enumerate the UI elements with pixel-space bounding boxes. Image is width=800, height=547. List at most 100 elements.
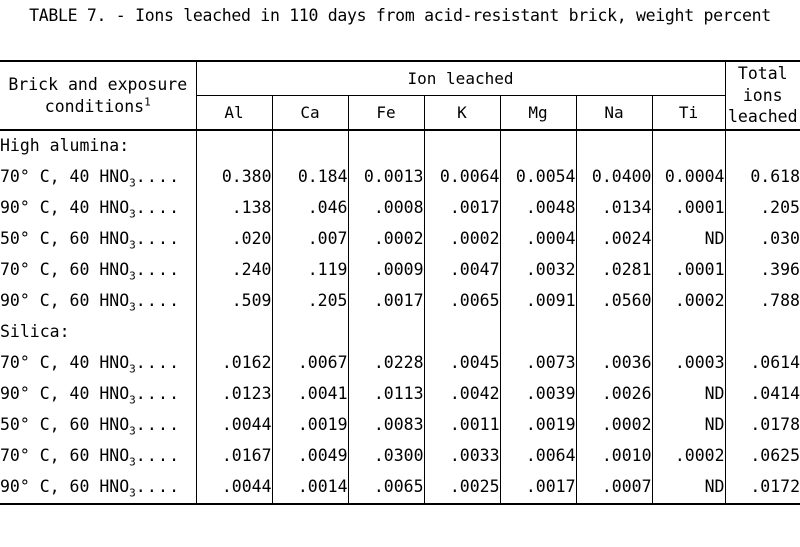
group-label-high-alumina: High alumina:	[0, 129, 196, 162]
cell-ca: .046	[271, 193, 348, 224]
cell-fe: .0065	[347, 472, 424, 505]
row-label-subscript: 3	[129, 486, 136, 500]
column-header-k: K	[423, 95, 500, 130]
table-row: 50° C, 60 HNO3.... .0044 .0019 .0083 .00…	[0, 410, 800, 441]
cell-na: .0036	[575, 348, 652, 379]
cell-na: .0010	[575, 441, 652, 472]
cell-k: 0.0064	[423, 162, 500, 193]
cell-fe: .0008	[347, 193, 424, 224]
cell-mg: .0073	[499, 348, 576, 379]
row-label-leader: ....	[135, 384, 181, 404]
cell-k: .0011	[423, 410, 500, 441]
row-label: 90° C, 60 HNO3....	[0, 472, 196, 505]
cell-k: .0017	[423, 193, 500, 224]
data-table: Brick and exposure conditions1 Ion leach…	[0, 60, 800, 505]
column-header-fe: Fe	[347, 95, 424, 130]
cell-fe: .0002	[347, 224, 424, 255]
column-header-mg: Mg	[499, 95, 576, 130]
column-header-al: Al	[195, 95, 272, 130]
column-header-ca: Ca	[271, 95, 348, 130]
row-label-temp: 50° C, 60 HNO	[0, 229, 130, 249]
table-row: 70° C, 40 HNO3.... .0162 .0067 .0228 .00…	[0, 348, 800, 379]
cell-al: 0.380	[195, 162, 272, 193]
cell-al: .509	[195, 286, 272, 317]
cell-mg: 0.0054	[499, 162, 576, 193]
row-label-subscript: 3	[129, 362, 136, 376]
row-label-leader: ....	[135, 260, 181, 280]
row-label: 70° C, 60 HNO3....	[0, 255, 196, 286]
row-label-temp: 90° C, 60 HNO	[0, 291, 130, 311]
cell-mg: .0039	[499, 379, 576, 410]
cell-mg: .0064	[499, 441, 576, 472]
stub-header-line2-wrap: conditions1	[0, 96, 196, 118]
table-row: 70° C, 60 HNO3.... .0167 .0049 .0300 .00…	[0, 441, 800, 472]
row-label-subscript: 3	[129, 455, 136, 469]
row-label: 50° C, 60 HNO3....	[0, 410, 196, 441]
cell-k: .0042	[423, 379, 500, 410]
cell-ca: .007	[271, 224, 348, 255]
row-label-leader: ....	[135, 291, 181, 311]
row-label-leader: ....	[135, 198, 181, 218]
cell-total: .0178	[724, 410, 800, 441]
cell-total: .0414	[724, 379, 800, 410]
cell-k: .0047	[423, 255, 500, 286]
stub-header-line2: conditions	[44, 96, 145, 116]
cell-al: .0044	[195, 472, 272, 505]
cell-fe: .0009	[347, 255, 424, 286]
cell-total: 0.618	[724, 162, 800, 193]
row-label-subscript: 3	[129, 269, 136, 283]
cell-fe: .0300	[347, 441, 424, 472]
cell-mg: .0004	[499, 224, 576, 255]
row-label-temp: 90° C, 60 HNO	[0, 477, 130, 497]
cell-ti: 0.0004	[651, 162, 725, 193]
cell-ti: .0002	[651, 286, 725, 317]
cell-na: 0.0400	[575, 162, 652, 193]
cell-na: .0560	[575, 286, 652, 317]
cell-fe: 0.0013	[347, 162, 424, 193]
cell-mg: .0032	[499, 255, 576, 286]
column-header-ti: Ti	[651, 95, 725, 130]
table-row: 90° C, 60 HNO3.... .0044 .0014 .0065 .00…	[0, 472, 800, 505]
cell-na: .0024	[575, 224, 652, 255]
row-label-temp: 70° C, 40 HNO	[0, 353, 130, 373]
total-ions-leached-header: Total ions leached	[724, 60, 800, 130]
cell-ca: .0019	[271, 410, 348, 441]
cell-ti: .0001	[651, 255, 725, 286]
row-label-temp: 70° C, 60 HNO	[0, 260, 130, 280]
cell-ti: ND	[651, 410, 725, 441]
row-label: 70° C, 60 HNO3....	[0, 441, 196, 472]
cell-al: .138	[195, 193, 272, 224]
row-label-subscript: 3	[129, 207, 136, 221]
table-row: 50° C, 60 HNO3.... .020 .007 .0002 .0002…	[0, 224, 800, 255]
group-label-silica: Silica:	[0, 322, 70, 342]
cell-ti: .0001	[651, 193, 725, 224]
row-label-temp: 70° C, 40 HNO	[0, 167, 130, 187]
group-heading-row: High alumina:	[0, 129, 800, 162]
cell-mg: .0048	[499, 193, 576, 224]
cell-k: .0025	[423, 472, 500, 505]
row-label-temp: 70° C, 60 HNO	[0, 446, 130, 466]
row-label-leader: ....	[135, 415, 181, 435]
ion-leached-span-header: Ion leached	[195, 60, 725, 96]
cell-ca: .0049	[271, 441, 348, 472]
row-label-leader: ....	[135, 446, 181, 466]
group-heading-row: Silica:	[0, 317, 800, 348]
table-row: 70° C, 40 HNO3.... 0.380 0.184 0.0013 0.…	[0, 162, 800, 193]
row-label-leader: ....	[135, 477, 181, 497]
cell-ca: .0041	[271, 379, 348, 410]
cell-na: .0007	[575, 472, 652, 505]
cell-mg: .0091	[499, 286, 576, 317]
cell-al: .0123	[195, 379, 272, 410]
cell-k: .0033	[423, 441, 500, 472]
row-label: 90° C, 40 HNO3....	[0, 379, 196, 410]
stub-header-cell: Brick and exposure conditions1	[0, 60, 196, 130]
stub-header-line1: Brick and exposure	[8, 74, 188, 94]
cell-al: .0167	[195, 441, 272, 472]
cell-na: .0281	[575, 255, 652, 286]
row-label: 70° C, 40 HNO3....	[0, 162, 196, 193]
cell-mg: .0017	[499, 472, 576, 505]
cell-mg: .0019	[499, 410, 576, 441]
table-row: 70° C, 60 HNO3.... .240 .119 .0009 .0047…	[0, 255, 800, 286]
row-label-temp: 90° C, 40 HNO	[0, 384, 130, 404]
table-row: 90° C, 40 HNO3.... .0123 .0041 .0113 .00…	[0, 379, 800, 410]
